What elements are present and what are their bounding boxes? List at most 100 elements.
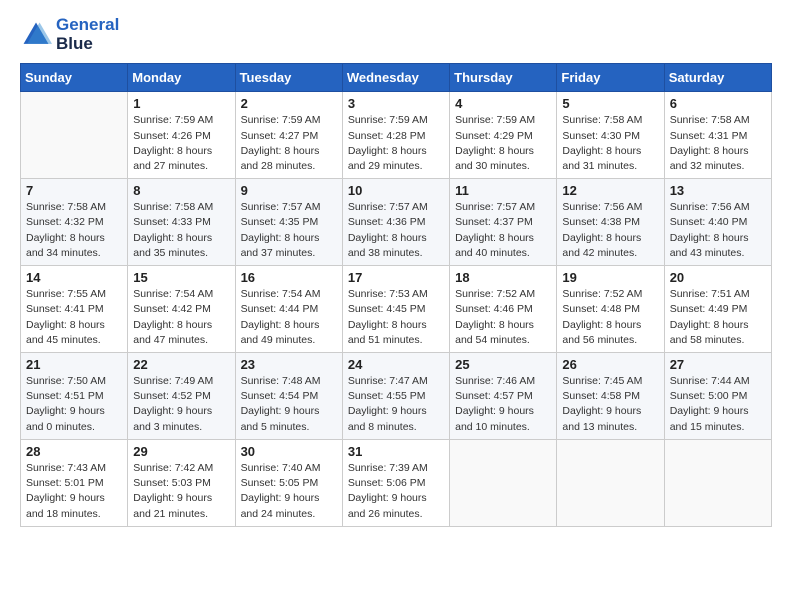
day-number: 15 — [133, 270, 229, 285]
calendar-cell: 25 Sunrise: 7:46 AMSunset: 4:57 PMDayligh… — [450, 353, 557, 440]
calendar-page: General Blue SundayMondayTuesdayWednesda… — [0, 0, 792, 612]
cell-info: Sunrise: 7:57 AMSunset: 4:35 PMDaylight:… — [241, 200, 337, 261]
day-number: 11 — [455, 183, 551, 198]
cell-info: Sunrise: 7:59 AMSunset: 4:27 PMDaylight:… — [241, 113, 337, 174]
cell-info: Sunrise: 7:59 AMSunset: 4:26 PMDaylight:… — [133, 113, 229, 174]
calendar-cell: 29 Sunrise: 7:42 AMSunset: 5:03 PMDayligh… — [128, 439, 235, 526]
cell-info: Sunrise: 7:48 AMSunset: 4:54 PMDaylight:… — [241, 374, 337, 435]
column-header-wednesday: Wednesday — [342, 64, 449, 92]
calendar-cell — [450, 439, 557, 526]
calendar-cell: 10Sunrise: 7:57 AMSunset: 4:36 PMDayligh… — [342, 179, 449, 266]
calendar-cell: 6 Sunrise: 7:58 AMSunset: 4:31 PMDaylight… — [664, 92, 771, 179]
day-number: 16 — [241, 270, 337, 285]
cell-info: Sunrise: 7:46 AMSunset: 4:57 PMDaylight:… — [455, 374, 551, 435]
cell-info: Sunrise: 7:51 AMSunset: 4:49 PMDaylight:… — [670, 287, 766, 348]
day-number: 25 — [455, 357, 551, 372]
day-number: 14 — [26, 270, 122, 285]
cell-info: Sunrise: 7:53 AMSunset: 4:45 PMDaylight:… — [348, 287, 444, 348]
calendar-cell: 2 Sunrise: 7:59 AMSunset: 4:27 PMDaylight… — [235, 92, 342, 179]
week-row-5: 28Sunrise: 7:43 AMSunset: 5:01 PMDayligh… — [21, 439, 772, 526]
column-header-friday: Friday — [557, 64, 664, 92]
week-row-4: 21 Sunrise: 7:50 AMSunset: 4:51 PMDayligh… — [21, 353, 772, 440]
calendar-cell: 30Sunrise: 7:40 AMSunset: 5:05 PMDayligh… — [235, 439, 342, 526]
column-header-tuesday: Tuesday — [235, 64, 342, 92]
logo-text-line2: Blue — [56, 35, 119, 54]
week-row-2: 7Sunrise: 7:58 AMSunset: 4:32 PMDaylight… — [21, 179, 772, 266]
day-number: 23 — [241, 357, 337, 372]
cell-info: Sunrise: 7:40 AMSunset: 5:05 PMDaylight:… — [241, 461, 337, 522]
calendar-cell: 11 Sunrise: 7:57 AMSunset: 4:37 PMDayligh… — [450, 179, 557, 266]
calendar-cell: 26 Sunrise: 7:45 AMSunset: 4:58 PMDayligh… — [557, 353, 664, 440]
cell-info: Sunrise: 7:54 AMSunset: 4:42 PMDaylight:… — [133, 287, 229, 348]
calendar-cell: 16Sunrise: 7:54 AMSunset: 4:44 PMDayligh… — [235, 266, 342, 353]
cell-info: Sunrise: 7:58 AMSunset: 4:30 PMDaylight:… — [562, 113, 658, 174]
calendar-cell: 24 Sunrise: 7:47 AMSunset: 4:55 PMDayligh… — [342, 353, 449, 440]
day-number: 8 — [133, 183, 229, 198]
cell-info: Sunrise: 7:42 AMSunset: 5:03 PMDaylight:… — [133, 461, 229, 522]
calendar-cell: 17 Sunrise: 7:53 AMSunset: 4:45 PMDayligh… — [342, 266, 449, 353]
day-number: 27 — [670, 357, 766, 372]
day-number: 3 — [348, 96, 444, 111]
day-number: 5 — [562, 96, 658, 111]
day-number: 6 — [670, 96, 766, 111]
calendar-cell: 23 Sunrise: 7:48 AMSunset: 4:54 PMDayligh… — [235, 353, 342, 440]
calendar-cell: 15 Sunrise: 7:54 AMSunset: 4:42 PMDayligh… — [128, 266, 235, 353]
day-number: 24 — [348, 357, 444, 372]
cell-info: Sunrise: 7:57 AMSunset: 4:36 PMDaylight:… — [348, 200, 444, 261]
calendar-cell — [557, 439, 664, 526]
day-number: 9 — [241, 183, 337, 198]
day-number: 26 — [562, 357, 658, 372]
calendar-cell: 12 Sunrise: 7:56 AMSunset: 4:38 PMDayligh… — [557, 179, 664, 266]
calendar-cell: 27 Sunrise: 7:44 AMSunset: 5:00 PMDayligh… — [664, 353, 771, 440]
day-number: 13 — [670, 183, 766, 198]
cell-info: Sunrise: 7:45 AMSunset: 4:58 PMDaylight:… — [562, 374, 658, 435]
calendar-cell: 13Sunrise: 7:56 AMSunset: 4:40 PMDayligh… — [664, 179, 771, 266]
day-number: 19 — [562, 270, 658, 285]
calendar-cell: 19 Sunrise: 7:52 AMSunset: 4:48 PMDayligh… — [557, 266, 664, 353]
cell-info: Sunrise: 7:52 AMSunset: 4:48 PMDaylight:… — [562, 287, 658, 348]
header: General Blue — [20, 16, 772, 53]
day-number: 17 — [348, 270, 444, 285]
cell-info: Sunrise: 7:43 AMSunset: 5:01 PMDaylight:… — [26, 461, 122, 522]
day-number: 21 — [26, 357, 122, 372]
week-row-1: 1 Sunrise: 7:59 AMSunset: 4:26 PMDaylight… — [21, 92, 772, 179]
calendar-cell: 1 Sunrise: 7:59 AMSunset: 4:26 PMDaylight… — [128, 92, 235, 179]
cell-info: Sunrise: 7:56 AMSunset: 4:38 PMDaylight:… — [562, 200, 658, 261]
day-number: 1 — [133, 96, 229, 111]
calendar-cell: 20 Sunrise: 7:51 AMSunset: 4:49 PMDayligh… — [664, 266, 771, 353]
day-number: 29 — [133, 444, 229, 459]
day-number: 12 — [562, 183, 658, 198]
cell-info: Sunrise: 7:44 AMSunset: 5:00 PMDaylight:… — [670, 374, 766, 435]
cell-info: Sunrise: 7:49 AMSunset: 4:52 PMDaylight:… — [133, 374, 229, 435]
cell-info: Sunrise: 7:59 AMSunset: 4:29 PMDaylight:… — [455, 113, 551, 174]
calendar-cell: 31 Sunrise: 7:39 AMSunset: 5:06 PMDayligh… — [342, 439, 449, 526]
cell-info: Sunrise: 7:50 AMSunset: 4:51 PMDaylight:… — [26, 374, 122, 435]
calendar-cell: 9 Sunrise: 7:57 AMSunset: 4:35 PMDaylight… — [235, 179, 342, 266]
day-number: 20 — [670, 270, 766, 285]
calendar-cell: 18 Sunrise: 7:52 AMSunset: 4:46 PMDayligh… — [450, 266, 557, 353]
day-number: 2 — [241, 96, 337, 111]
day-number: 31 — [348, 444, 444, 459]
calendar-cell — [21, 92, 128, 179]
column-header-row: SundayMondayTuesdayWednesdayThursdayFrid… — [21, 64, 772, 92]
cell-info: Sunrise: 7:59 AMSunset: 4:28 PMDaylight:… — [348, 113, 444, 174]
cell-info: Sunrise: 7:47 AMSunset: 4:55 PMDaylight:… — [348, 374, 444, 435]
day-number: 4 — [455, 96, 551, 111]
calendar-cell: 3 Sunrise: 7:59 AMSunset: 4:28 PMDaylight… — [342, 92, 449, 179]
day-number: 18 — [455, 270, 551, 285]
cell-info: Sunrise: 7:52 AMSunset: 4:46 PMDaylight:… — [455, 287, 551, 348]
calendar-cell: 28Sunrise: 7:43 AMSunset: 5:01 PMDayligh… — [21, 439, 128, 526]
day-number: 22 — [133, 357, 229, 372]
cell-info: Sunrise: 7:58 AMSunset: 4:31 PMDaylight:… — [670, 113, 766, 174]
day-number: 7 — [26, 183, 122, 198]
calendar-cell: 5 Sunrise: 7:58 AMSunset: 4:30 PMDaylight… — [557, 92, 664, 179]
cell-info: Sunrise: 7:57 AMSunset: 4:37 PMDaylight:… — [455, 200, 551, 261]
calendar-cell: 7Sunrise: 7:58 AMSunset: 4:32 PMDaylight… — [21, 179, 128, 266]
column-header-monday: Monday — [128, 64, 235, 92]
calendar-cell: 22 Sunrise: 7:49 AMSunset: 4:52 PMDayligh… — [128, 353, 235, 440]
cell-info: Sunrise: 7:39 AMSunset: 5:06 PMDaylight:… — [348, 461, 444, 522]
calendar-cell — [664, 439, 771, 526]
logo-icon — [20, 19, 52, 51]
cell-info: Sunrise: 7:55 AMSunset: 4:41 PMDaylight:… — [26, 287, 122, 348]
logo: General Blue — [20, 16, 119, 53]
